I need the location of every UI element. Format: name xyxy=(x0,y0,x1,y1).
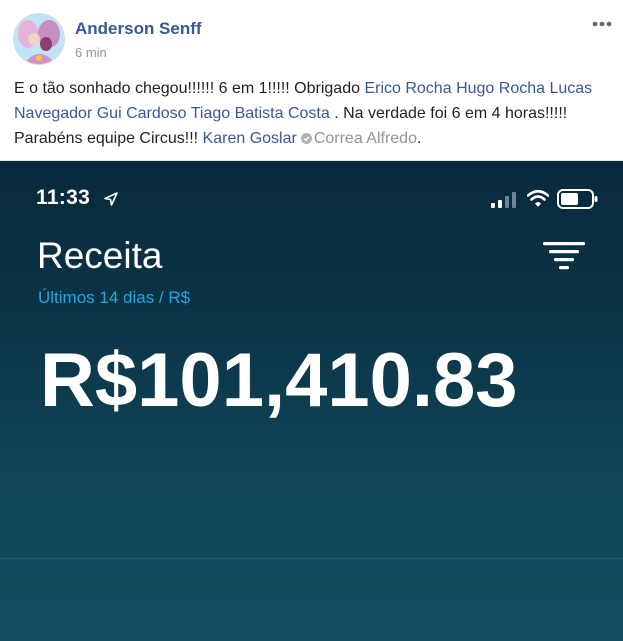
tag-gui-cardoso[interactable]: Gui Cardoso xyxy=(97,105,187,122)
post-text: E o tão sonhado chegou!!!!!! 6 em 1!!!!!… xyxy=(14,76,610,151)
avatar[interactable] xyxy=(14,14,64,64)
author-name[interactable]: Anderson Senff xyxy=(75,19,202,39)
filter-icon[interactable] xyxy=(541,240,587,270)
tag-karen-goslar[interactable]: Karen Goslar xyxy=(203,130,297,147)
post-timestamp[interactable]: 6 min xyxy=(75,45,107,60)
tag-hugo-rocha[interactable]: Hugo Rocha xyxy=(456,80,545,97)
signal-icon xyxy=(491,192,516,208)
battery-icon xyxy=(557,189,598,209)
post-header: Anderson Senff 6 min xyxy=(0,0,623,72)
page-title: Receita xyxy=(37,235,163,276)
wifi-icon xyxy=(527,189,549,207)
post-photo[interactable]: 11:33 Receita Últimos 14 dias / R$ R$101… xyxy=(0,161,623,641)
verified-check-icon xyxy=(300,133,312,144)
status-bar-time: 11:33 xyxy=(36,186,91,209)
post-text-intro: E o tão sonhado chegou!!!!!! 6 em 1!!!!!… xyxy=(14,80,365,97)
location-arrow-icon xyxy=(104,192,118,206)
tag-correa-alfredo[interactable]: Correa Alfredo xyxy=(314,130,417,147)
section-divider xyxy=(0,558,623,559)
tag-tiago-batista-costa[interactable]: Tiago Batista Costa xyxy=(191,105,330,122)
revenue-amount: R$101,410.83 xyxy=(40,338,518,423)
tag-erico-rocha[interactable]: Erico Rocha xyxy=(364,80,451,97)
post-text-end: . xyxy=(416,130,422,147)
avatar-image xyxy=(14,14,64,64)
more-options-icon[interactable] xyxy=(588,12,618,32)
period-label: Últimos 14 dias / R$ xyxy=(38,288,191,307)
